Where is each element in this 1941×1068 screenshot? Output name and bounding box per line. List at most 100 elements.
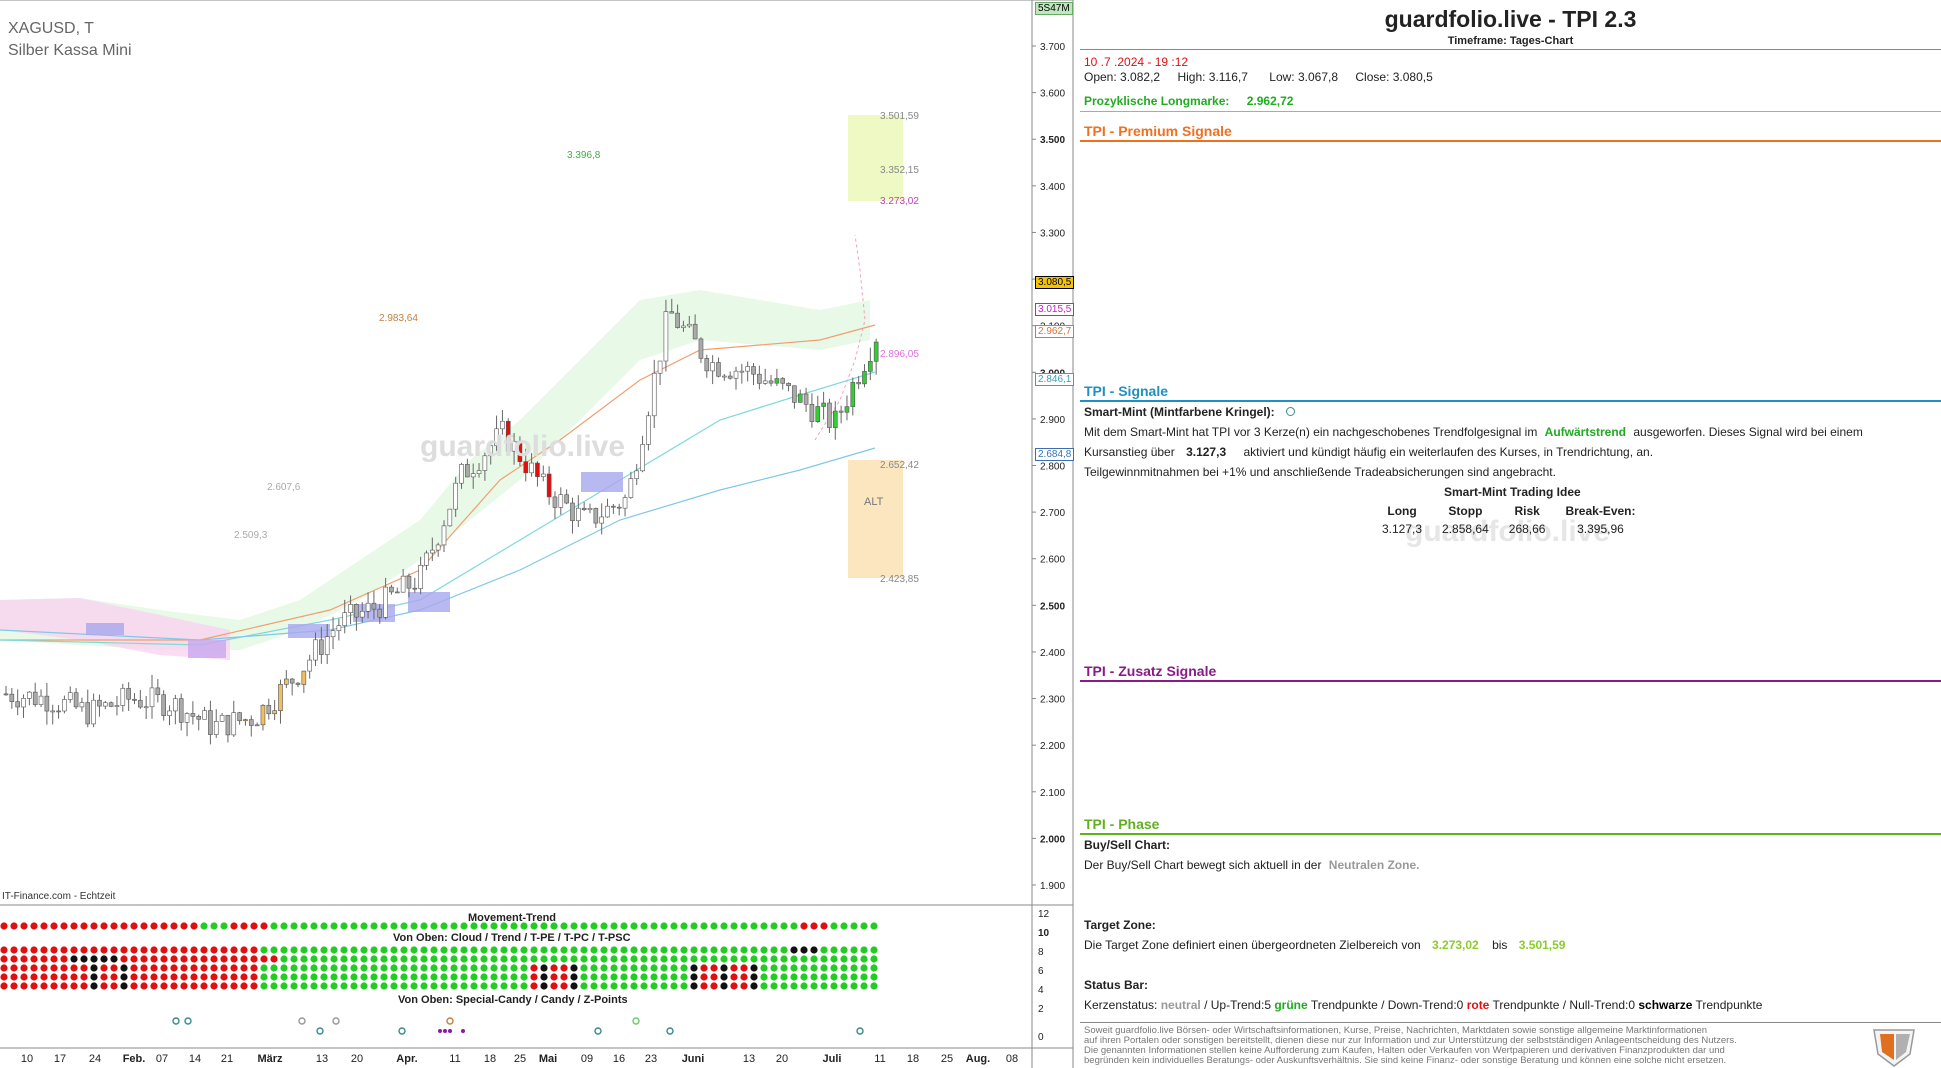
trend-dot [830, 973, 838, 981]
trend-dot [140, 922, 148, 930]
trend-dot [320, 946, 328, 954]
trend-dot [570, 973, 578, 981]
trend-dot [320, 973, 328, 981]
candle-body [616, 506, 622, 509]
trend-dot [660, 973, 668, 981]
candle-body [213, 721, 219, 735]
trend-dot [760, 955, 768, 963]
candle-body [21, 698, 26, 708]
trend-dot [310, 922, 318, 930]
trend-dot [190, 946, 198, 954]
trend-dot [140, 946, 148, 954]
trend-dot [750, 922, 758, 930]
trend-dot [720, 922, 728, 930]
trend-dot [170, 955, 178, 963]
trend-dot [130, 973, 138, 981]
candle-body [114, 705, 120, 707]
candle-body [850, 382, 856, 407]
trend-dot [680, 946, 688, 954]
candle-body [815, 406, 821, 422]
trend-dot [150, 922, 158, 930]
trend-dot [730, 955, 738, 963]
trend-dot [430, 922, 438, 930]
trend-dot [620, 973, 628, 981]
candle-body [377, 608, 383, 618]
trend-dot [60, 973, 68, 981]
annotation: 2.983,64 [379, 313, 418, 324]
phase-line [1080, 833, 1941, 835]
trend-dot [340, 982, 348, 990]
trend-dot [370, 955, 378, 963]
trend-dot [170, 982, 178, 990]
trend-dot [580, 955, 588, 963]
trend-dot [50, 982, 58, 990]
x-tick-label: 13 [743, 1053, 755, 1065]
support-box [581, 472, 623, 492]
trading-idea-title: Smart-Mint Trading Idee [1444, 485, 1581, 499]
target-zone-box [848, 115, 903, 201]
trend-dot [860, 922, 868, 930]
trend-dot [70, 946, 78, 954]
candle-body [628, 478, 634, 498]
trend-dot [630, 964, 638, 972]
trend-dot [210, 922, 218, 930]
trend-dot [810, 955, 818, 963]
z-point-marker [438, 1029, 442, 1033]
premium-signals-title: TPI - Premium Signale [1084, 123, 1232, 139]
trend-dot [600, 955, 608, 963]
trend-dot [260, 955, 268, 963]
candle-body [184, 713, 190, 723]
candle-body [196, 716, 202, 720]
trend-dot [410, 964, 418, 972]
trend-dot [800, 946, 808, 954]
trend-dot [130, 955, 138, 963]
trend-dot [800, 973, 808, 981]
candle-body [593, 508, 599, 524]
trend-dot [370, 964, 378, 972]
status-text: Kerzenstatus: [1084, 998, 1158, 1012]
candle-body [243, 719, 248, 722]
trend-dot [300, 946, 308, 954]
trend-dot [160, 922, 168, 930]
trend-dot [340, 955, 348, 963]
zone-label: 3.501,59 [880, 111, 919, 122]
candle-body [792, 385, 797, 403]
x-tick-label: 20 [351, 1053, 363, 1065]
trend-dot [360, 982, 368, 990]
close-label: Close: [1355, 70, 1390, 84]
candle-body [359, 611, 365, 618]
trend-dot [370, 946, 378, 954]
trend-dot [90, 982, 98, 990]
trend-dot [80, 955, 88, 963]
trend-dot [790, 946, 798, 954]
trend-dot [810, 922, 818, 930]
trend-dot [270, 922, 278, 930]
trend-dot [140, 964, 148, 972]
candle-body [79, 702, 85, 708]
trend-dot [230, 955, 238, 963]
trend-dot [410, 955, 418, 963]
trend-dot [40, 964, 48, 972]
trend-dot [850, 964, 858, 972]
longmark-row: Prozyklische Longmarke: 2.962,72 [1084, 94, 1293, 108]
trend-dot [670, 922, 678, 930]
x-tick-label: 14 [189, 1053, 201, 1065]
trend-dot [260, 973, 268, 981]
price-chart[interactable]: 3.7003.6003.5003.4003.3003.2003.1003.000… [0, 0, 1075, 1068]
disclaimer: Soweit guardfolio.live Börsen- oder Wirt… [1084, 1026, 1844, 1066]
trend-dot [60, 955, 68, 963]
trend-dot [680, 973, 688, 981]
indicator-scale-label: 8 [1038, 947, 1044, 958]
trend-dot [740, 982, 748, 990]
y-tick-label: 2.100 [1040, 788, 1065, 799]
trend-dot [520, 982, 528, 990]
trend-dot [270, 964, 278, 972]
x-tick-label: Apr. [396, 1053, 417, 1065]
candle-body [780, 378, 786, 384]
longmark-value: 2.962,72 [1246, 94, 1294, 108]
indicator-scale-label: 0 [1038, 1032, 1044, 1043]
data-source: IT-Finance.com - Echtzeit [2, 891, 116, 902]
indicator-scale-label: 6 [1038, 966, 1044, 977]
trend-dot [500, 946, 508, 954]
y-tick-label: 3.400 [1040, 182, 1065, 193]
